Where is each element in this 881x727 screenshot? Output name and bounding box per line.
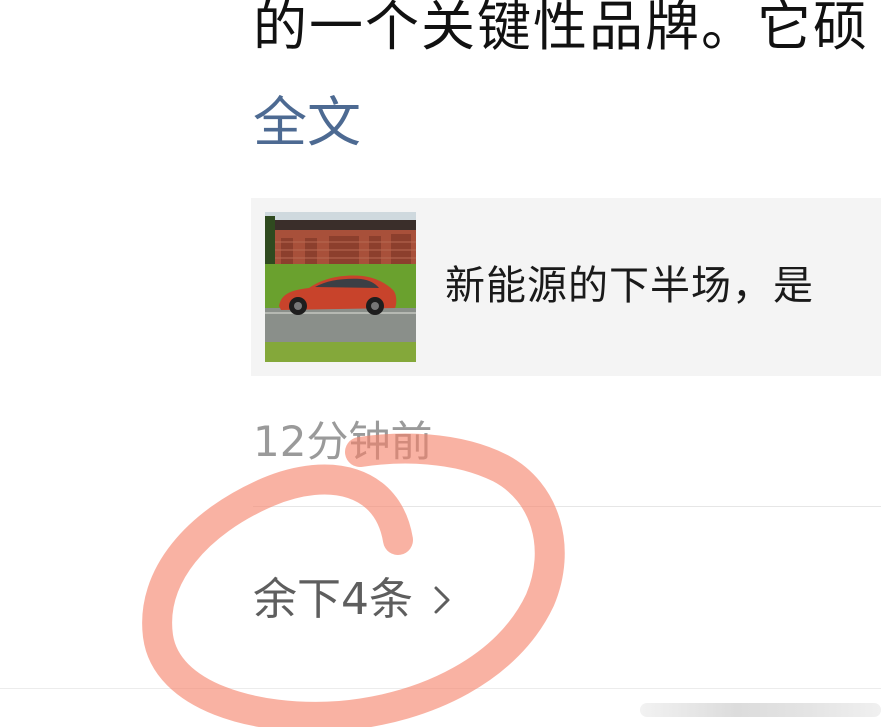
post-detail-page: 的一个关键性品牌。它硕 全文 新能源的下半场，是 12分钟前 余下4条 [0, 0, 881, 727]
divider [253, 506, 881, 507]
blurred-toolbar-fragment [640, 703, 881, 717]
car-photo-icon [265, 212, 416, 362]
post-body-text: 的一个关键性品牌。它硕 [253, 0, 869, 58]
full-text-link[interactable]: 全文 [253, 88, 361, 158]
post-timestamp: 12分钟前 [253, 417, 433, 466]
remaining-comments-label: 余下4条 [253, 574, 413, 625]
article-link-title: 新能源的下半场，是 [445, 263, 814, 309]
car-thumbnail-image [265, 212, 416, 362]
article-link-card[interactable]: 新能源的下半场，是 [251, 198, 881, 376]
chevron-right-icon [431, 585, 453, 615]
bottom-divider [0, 688, 881, 689]
view-remaining-comments-button[interactable]: 余下4条 [253, 570, 453, 630]
